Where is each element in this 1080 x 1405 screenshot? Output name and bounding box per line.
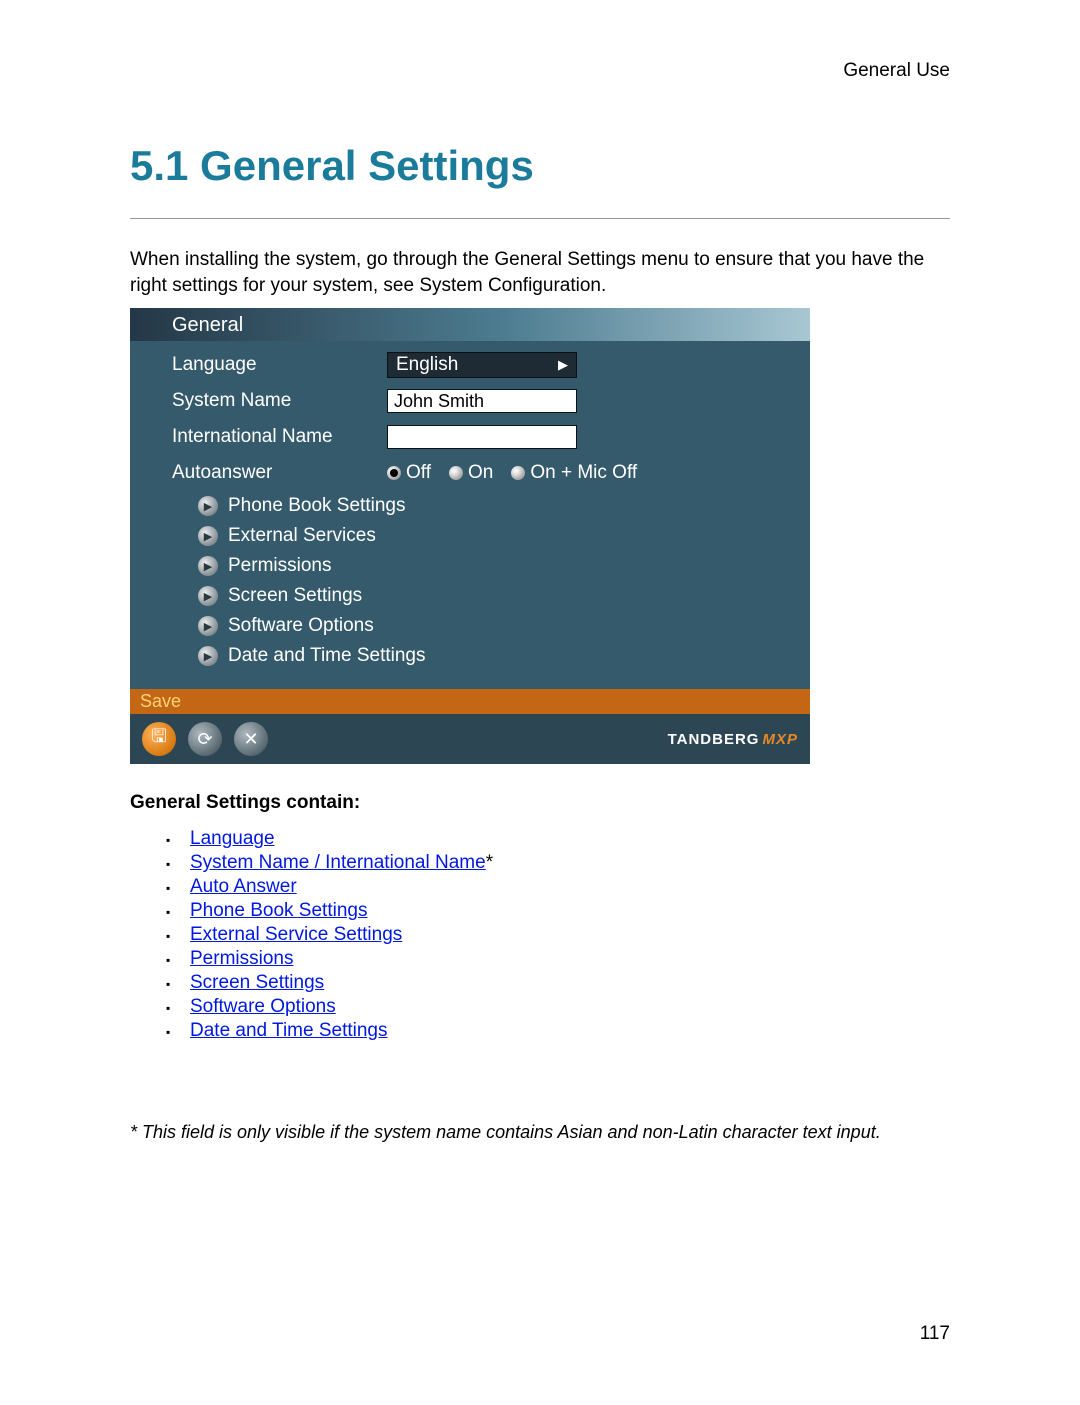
submenu-item[interactable]: ▶ Screen Settings [130,581,810,611]
brand-name: TANDBERG [668,731,760,748]
system-name-label: System Name [172,390,387,412]
links-list: Language System Name / International Name… [130,828,950,1042]
radio-icon [387,466,401,480]
language-row: Language English ▶ [130,347,810,383]
brand-label: TANDBERGMXP [668,731,798,748]
submenu-item[interactable]: ▶ Software Options [130,611,810,641]
links-heading: General Settings contain: [130,792,950,814]
save-button[interactable]: 🖫 [142,722,176,756]
intl-name-input[interactable] [387,425,577,449]
intl-name-label: International Name [172,426,387,448]
page-title: 5.1 General Settings [130,142,950,190]
system-name-row: System Name John Smith [130,383,810,419]
list-item: Software Options [190,996,950,1018]
autoanswer-radio-label: On [468,462,493,484]
save-bar: Save [130,689,810,714]
settings-panel: General Language English ▶ System Name J… [130,308,810,764]
autoanswer-radio[interactable]: Off [387,462,431,484]
content-link[interactable]: Language [190,828,275,849]
play-icon: ▶ [198,586,218,606]
list-item: Language [190,828,950,850]
submenu-label: Permissions [228,555,331,577]
content-link[interactable]: Software Options [190,996,336,1017]
content-link[interactable]: Date and Time Settings [190,1020,388,1041]
play-icon: ▶ [198,616,218,636]
intro-paragraph: When installing the system, go through t… [130,247,950,298]
play-icon: ▶ [198,646,218,666]
content-link[interactable]: Auto Answer [190,876,297,897]
chevron-right-icon: ▶ [558,357,568,373]
footnote: * This field is only visible if the syst… [130,1122,950,1143]
submenu-item[interactable]: ▶ Date and Time Settings [130,641,810,671]
list-item: External Service Settings [190,924,950,946]
submenu-item[interactable]: ▶ Permissions [130,551,810,581]
submenu-label: Date and Time Settings [228,645,426,667]
submenu-item[interactable]: ▶ External Services [130,521,810,551]
play-icon: ▶ [198,496,218,516]
cancel-button[interactable]: ✕ [234,722,268,756]
content-link[interactable]: Screen Settings [190,972,324,993]
list-item: Phone Book Settings [190,900,950,922]
intl-name-row: International Name [130,419,810,455]
list-item: Screen Settings [190,972,950,994]
submenu-label: Phone Book Settings [228,495,405,517]
page-number: 117 [130,1323,950,1345]
list-item: Date and Time Settings [190,1020,950,1042]
toolbar: 🖫 ⟳ ✕ TANDBERGMXP [130,714,810,764]
autoanswer-radio-label: Off [406,462,431,484]
autoanswer-row: Autoanswer Off On On + Mic Off [130,455,810,491]
refresh-icon: ⟳ [197,729,212,750]
brand-suffix: MXP [762,731,798,748]
close-icon: ✕ [243,729,258,750]
content-link[interactable]: System Name / International Name [190,852,486,873]
title-rule [130,218,950,219]
autoanswer-radio[interactable]: On [449,462,493,484]
play-icon: ▶ [198,526,218,546]
radio-icon [511,466,525,480]
system-name-input[interactable]: John Smith [387,389,577,413]
list-item: Auto Answer [190,876,950,898]
play-icon: ▶ [198,556,218,576]
header-section-label: General Use [130,60,950,82]
autoanswer-radio[interactable]: On + Mic Off [511,462,637,484]
content-link[interactable]: Phone Book Settings [190,900,367,921]
system-name-value: John Smith [394,391,484,412]
radio-icon [449,466,463,480]
list-item: System Name / International Name* [190,852,950,874]
content-link[interactable]: Permissions [190,948,293,969]
content-link[interactable]: External Service Settings [190,924,402,945]
language-value: English [396,354,458,376]
submenu-label: Software Options [228,615,374,637]
submenu-label: Screen Settings [228,585,362,607]
save-icon: 🖫 [151,724,166,754]
autoanswer-label: Autoanswer [172,462,387,484]
language-select[interactable]: English ▶ [387,352,577,378]
autoanswer-radio-group[interactable]: Off On On + Mic Off [387,462,637,484]
autoanswer-radio-label: On + Mic Off [530,462,637,484]
list-item: Permissions [190,948,950,970]
panel-header: General [130,308,810,341]
language-label: Language [172,354,387,376]
submenu-label: External Services [228,525,376,547]
submenu-item[interactable]: ▶ Phone Book Settings [130,491,810,521]
refresh-button[interactable]: ⟳ [188,722,222,756]
